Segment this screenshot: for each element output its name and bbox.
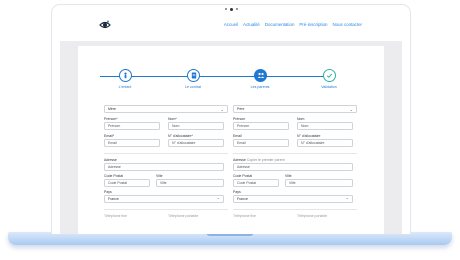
chevron-down-icon: ⌃ <box>345 197 349 202</box>
parent1-tel-fixe-label: Téléphone fixe <box>104 214 127 218</box>
parent1-adresse-label: Adresse <box>104 158 117 162</box>
parent2-email-label: Email <box>233 134 242 138</box>
parent1-relation-value: Mère <box>108 107 116 111</box>
parent1-email-label: Email* <box>104 134 115 138</box>
navbar: Accueil Actualité Documentation Pré-insc… <box>52 13 410 39</box>
chevron-down-icon: ⌄ <box>220 107 224 112</box>
parent2-nom-input[interactable]: Nom <box>297 122 353 130</box>
parent2-tel-mobile-label: Téléphone portable <box>297 214 328 218</box>
parents-icon <box>257 72 264 78</box>
parent2-ville-input[interactable]: Ville <box>285 179 353 187</box>
parent1-tel-mobile-label: Téléphone portable <box>168 214 199 218</box>
step-label-parents: Les parents <box>250 85 270 89</box>
logo-icon[interactable] <box>98 19 112 32</box>
parent2-adresse-input[interactable]: Adresse <box>233 163 353 171</box>
parent2-ville-label: Ville <box>285 174 292 178</box>
parent1-nom-label: Nom* <box>168 117 177 121</box>
parent2-cp-label: Code Postal <box>233 174 253 178</box>
step-label-enfant: L'enfant <box>118 85 132 89</box>
parent2-prenom-label: Prénom <box>233 117 246 121</box>
parent2-alloc-input[interactable]: N° d'allocataire <box>297 139 353 147</box>
parent1-cp-input[interactable]: Code Postal <box>104 179 150 187</box>
parent2-tel-fixe-label: Téléphone fixe <box>233 214 256 218</box>
nav-link-accueil[interactable]: Accueil <box>224 22 238 27</box>
parent1-cp-label: Code Postal <box>104 174 124 178</box>
step-validation[interactable] <box>323 69 336 82</box>
chevron-down-icon: ⌃ <box>216 197 220 202</box>
nav-link-contact[interactable]: Nous contacter <box>332 22 362 27</box>
child-icon <box>124 72 127 79</box>
nav-link-pre-inscription[interactable]: Pré-inscription <box>299 22 327 27</box>
parent1-alloc-label: N° d'allocataire* <box>168 134 193 138</box>
nav-link-actualite[interactable]: Actualité <box>243 22 260 27</box>
step-parents[interactable] <box>254 69 267 82</box>
step-contrat[interactable] <box>187 69 200 82</box>
registration-form: L'enfant Le contrat Les parents Validati… <box>78 46 384 234</box>
document-icon <box>191 72 196 79</box>
nav-links: Accueil Actualité Documentation Pré-insc… <box>224 22 362 27</box>
parent1-pays-select[interactable]: France ⌃ <box>104 195 224 203</box>
laptop-screen: Accueil Actualité Documentation Pré-insc… <box>51 4 411 234</box>
parent1-pays-label: Pays <box>104 190 112 194</box>
stepper: L'enfant Le contrat Les parents Validati… <box>78 69 384 99</box>
parent1-ville-input[interactable]: Ville <box>156 179 224 187</box>
parent2-relation-select[interactable]: Père ⌄ <box>233 105 357 113</box>
parent1-prenom-input[interactable]: Prénom <box>104 122 160 130</box>
parent2-email-input[interactable]: Email <box>233 139 289 147</box>
parent2-pays-label: Pays <box>233 190 241 194</box>
step-enfant[interactable] <box>119 69 132 82</box>
parent2-cp-input[interactable]: Code Postal <box>233 179 279 187</box>
parent2-pays-select[interactable]: France ⌃ <box>233 195 353 203</box>
parent2-relation-value: Père <box>237 107 245 111</box>
parent2-pays-value: France <box>237 197 248 201</box>
parent1-email-input[interactable]: Email <box>104 139 160 147</box>
parent1-adresse-input[interactable]: Adresse <box>104 163 224 171</box>
copy-first-parent-link[interactable]: Copier le premier parent <box>247 158 285 162</box>
step-label-contrat: Le contrat <box>185 85 201 89</box>
parent1-nom-input[interactable]: Nom <box>168 122 224 130</box>
stepper-line-pending <box>234 76 332 77</box>
parent2-adresse-label-row: Adresse Copier le premier parent <box>233 158 285 162</box>
parent2-prenom-input[interactable]: Prénom <box>233 122 289 130</box>
parent2-nom-label: Nom <box>297 117 305 121</box>
parent1-prenom-label: Prénom* <box>104 117 118 121</box>
camera <box>225 7 238 11</box>
parent1-pays-value: France <box>108 197 119 201</box>
chevron-down-icon: ⌄ <box>349 107 353 112</box>
parent1-alloc-input[interactable]: N° d'allocataire <box>168 139 224 147</box>
divider <box>233 153 357 154</box>
nav-link-documentation[interactable]: Documentation <box>265 22 295 27</box>
step-label-validation: Validation <box>321 85 337 89</box>
divider <box>104 209 228 210</box>
parent1-ville-label: Ville <box>156 174 163 178</box>
parent1-relation-select[interactable]: Mère ⌄ <box>104 105 228 113</box>
parent2-alloc-label: N° d'allocataire <box>297 134 321 138</box>
divider <box>233 209 357 210</box>
divider <box>104 153 228 154</box>
page-background: L'enfant Le contrat Les parents Validati… <box>60 41 402 234</box>
checkmark-icon <box>326 73 333 78</box>
parent2-adresse-label: Adresse <box>233 158 246 162</box>
